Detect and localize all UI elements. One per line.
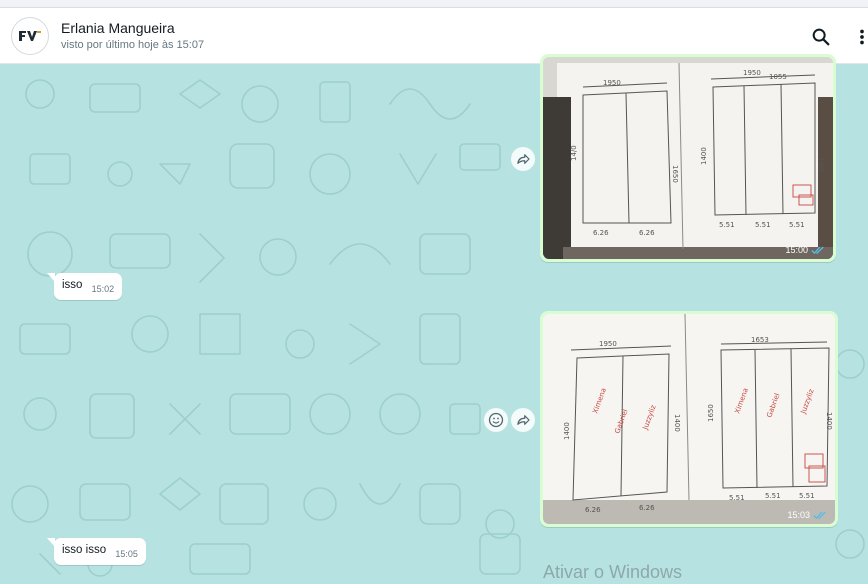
message-time: 15:02 xyxy=(91,284,115,294)
sketch-label: 6.26 xyxy=(639,504,655,512)
sketch-label: 1950 xyxy=(743,69,761,77)
sketch-label: 5.51 xyxy=(719,221,735,229)
sketch-label: 5.51 xyxy=(765,492,781,500)
sketch-label: 14/0 xyxy=(570,145,578,161)
sketch-label: 1400 xyxy=(825,412,833,430)
sketch-label: 1950 xyxy=(603,79,621,87)
double-check-icon xyxy=(811,246,824,254)
double-check-icon xyxy=(813,511,826,519)
sketch-photo-2[interactable]: 1950 1400 6.26 6.26 1400 1650 1653 1400 … xyxy=(543,314,835,524)
sketch-label: 5.51 xyxy=(799,492,815,500)
message-text: isso xyxy=(62,279,83,291)
sketch-label: 6.26 xyxy=(585,506,601,514)
logo-icon xyxy=(19,31,41,41)
incoming-message-2[interactable]: isso isso 15:05 xyxy=(47,538,146,565)
image-message-1[interactable]: 1950 14/0 6.26 6.26 1650 1400 1950 1055 … xyxy=(540,54,836,262)
avatar[interactable] xyxy=(11,17,49,55)
forward-icon xyxy=(517,415,530,425)
message-text: isso isso xyxy=(62,544,107,556)
message-time: 15:05 xyxy=(115,549,138,559)
message-time: 15:00 xyxy=(785,245,825,255)
sketch-photo-1[interactable]: 1950 14/0 6.26 6.26 1650 1400 1950 1055 … xyxy=(543,57,833,259)
sketch-label: 1400 xyxy=(673,414,681,432)
sketch-photo-2-image: 1950 1400 6.26 6.26 1400 1650 1653 1400 … xyxy=(543,314,835,524)
message-time: 15:03 xyxy=(787,510,827,520)
sketch-label: 1400 xyxy=(700,147,708,165)
sketch-label: 6.26 xyxy=(639,229,655,237)
menu-dots-icon[interactable] xyxy=(856,26,868,48)
emoji-icon xyxy=(488,412,504,428)
incoming-message-1[interactable]: isso 15:02 xyxy=(46,273,123,300)
forward-button-1[interactable] xyxy=(511,147,535,171)
time-text: 15:00 xyxy=(785,245,808,255)
contact-name[interactable]: Erlania Mangueira xyxy=(61,20,175,36)
last-seen-status: visto por último hoje às 15:07 xyxy=(61,39,205,51)
window-top-strip xyxy=(0,0,868,8)
sketch-label: 5.51 xyxy=(755,221,771,229)
sketch-label: 1055 xyxy=(769,73,787,81)
image-message-2[interactable]: 1950 1400 6.26 6.26 1400 1650 1653 1400 … xyxy=(540,311,838,527)
windows-activation-watermark: Ativar o Windows xyxy=(543,562,683,582)
forward-icon xyxy=(517,154,530,164)
sketch-label: 14/0 xyxy=(817,157,825,173)
sketch-label: 1650 xyxy=(671,165,679,183)
sketch-label: 5.51 xyxy=(789,221,805,229)
sketch-label: 5.51 xyxy=(729,494,745,502)
sketch-label: 1653 xyxy=(751,336,769,344)
sketch-label: 1400 xyxy=(563,422,571,440)
reaction-button[interactable] xyxy=(484,408,508,432)
sketch-label: 1650 xyxy=(707,404,715,422)
time-text: 15:03 xyxy=(787,510,810,520)
search-icon[interactable] xyxy=(810,26,832,48)
forward-button-2[interactable] xyxy=(511,408,535,432)
sketch-label: 6.26 xyxy=(593,229,609,237)
sketch-label: 1950 xyxy=(599,340,617,348)
sketch-photo-1-image: 1950 14/0 6.26 6.26 1650 1400 1950 1055 … xyxy=(543,57,833,259)
